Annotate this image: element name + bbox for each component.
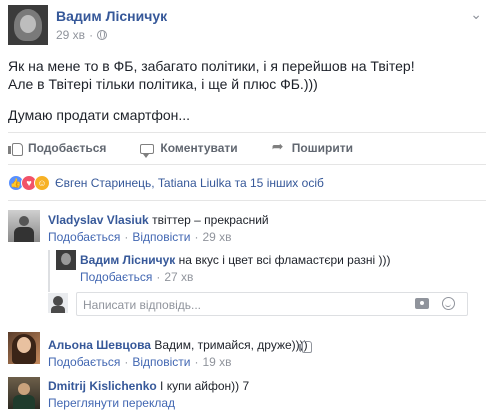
comment-meta: Переглянути переклад xyxy=(48,396,175,410)
like-button[interactable]: Подобається xyxy=(8,139,106,157)
comment-button[interactable]: Коментувати xyxy=(140,139,238,158)
comment-text: Вадим, тримайся, друже)))) xyxy=(154,338,308,352)
comment-text: І купи айфон)) 7 xyxy=(160,379,250,393)
see-translation-link[interactable]: Переглянути переклад xyxy=(48,396,175,410)
reply-author-avatar[interactable] xyxy=(56,250,76,270)
haha-reaction-icon: ☺ xyxy=(34,175,50,191)
comment: Альона Шевцова Вадим, тримайся, друже)))… xyxy=(48,337,308,353)
comment: Vladyslav Vlasiuk твіттер – прекрасний xyxy=(48,212,269,228)
reactors-list[interactable]: Євген Старинець, Tatiana Liulka та 15 ін… xyxy=(55,176,324,190)
post-line: Але в Твітері тільки політика, і ще й пл… xyxy=(8,76,318,92)
emoji-icon[interactable] xyxy=(442,297,455,310)
comment-timestamp[interactable]: 19 хв xyxy=(202,355,231,369)
comment-meta: Подобається · Відповісти · 29 хв xyxy=(48,230,232,244)
reactions-summary[interactable]: 👍 ♥ ☺ Євген Старинець, Tatiana Liulka та… xyxy=(8,175,324,191)
share-icon xyxy=(272,139,286,155)
commenter-avatar[interactable] xyxy=(8,210,40,242)
comment-timestamp[interactable]: 29 хв xyxy=(202,230,231,244)
comment-like-link[interactable]: Подобається xyxy=(48,355,120,369)
post-author-name[interactable]: Вадим Лісничук xyxy=(56,8,167,24)
facebook-post: Вадим Лісничук 29 хв · ⌄ Як на мене то в… xyxy=(0,0,494,415)
comment-label: Коментувати xyxy=(160,141,238,155)
comment-like-link[interactable]: Подобається xyxy=(48,230,120,244)
divider xyxy=(8,200,486,201)
comment-text: твіттер – прекрасний xyxy=(152,213,269,227)
avatar-face xyxy=(20,15,36,33)
globe-icon xyxy=(97,30,108,40)
reply-like-link[interactable]: Подобається xyxy=(80,270,152,284)
reply-meta: Подобається · 27 хв xyxy=(80,270,194,284)
chevron-down-icon[interactable]: ⌄ xyxy=(470,6,482,23)
divider xyxy=(8,132,486,133)
share-label: Поширити xyxy=(291,141,353,155)
post-line: Як на мене то в ФБ, забагато політики, і… xyxy=(8,58,415,74)
commenter-avatar[interactable] xyxy=(8,377,40,409)
reply-input[interactable]: Написати відповідь... xyxy=(76,292,468,316)
post-actions-bar: Подобається Коментувати Поширити xyxy=(8,139,353,158)
divider xyxy=(8,164,486,165)
comment: Dmitrij Kislichenko І купи айфон)) 7 xyxy=(48,378,249,394)
post-timestamp[interactable]: 29 хв xyxy=(56,28,85,42)
reply-comment: Вадим Лісничук на вкус і цвет всі фламас… xyxy=(80,252,391,268)
post-meta: 29 хв · xyxy=(56,28,108,42)
reply-thread-line xyxy=(48,250,50,292)
comment-meta: Подобається · Відповісти · 19 хв xyxy=(48,355,232,369)
reply-text: на вкус і цвет всі фламастєри разні ))) xyxy=(178,253,391,267)
author-avatar[interactable] xyxy=(8,5,48,45)
comment-like-icon[interactable] xyxy=(299,340,312,353)
comment-icon xyxy=(140,144,155,158)
comment-reply-link[interactable]: Відповісти xyxy=(132,230,190,244)
commenter-name[interactable]: Vladyslav Vlasiuk xyxy=(48,213,149,227)
commenter-name[interactable]: Альона Шевцова xyxy=(48,338,151,352)
post-line: Думаю продати смартфон... xyxy=(8,107,191,123)
reply-author-name[interactable]: Вадим Лісничук xyxy=(80,253,175,267)
reply-timestamp[interactable]: 27 хв xyxy=(164,270,193,284)
thumbs-up-icon xyxy=(8,141,23,156)
share-button[interactable]: Поширити xyxy=(272,139,353,157)
commenter-avatar[interactable] xyxy=(8,332,40,364)
post-body: Як на мене то в ФБ, забагато політики, і… xyxy=(8,57,488,124)
current-user-avatar xyxy=(48,293,68,313)
comment-reply-link[interactable]: Відповісти xyxy=(132,355,190,369)
commenter-name[interactable]: Dmitrij Kislichenko xyxy=(48,379,157,393)
camera-icon[interactable] xyxy=(415,298,429,309)
like-label: Подобається xyxy=(28,141,107,155)
